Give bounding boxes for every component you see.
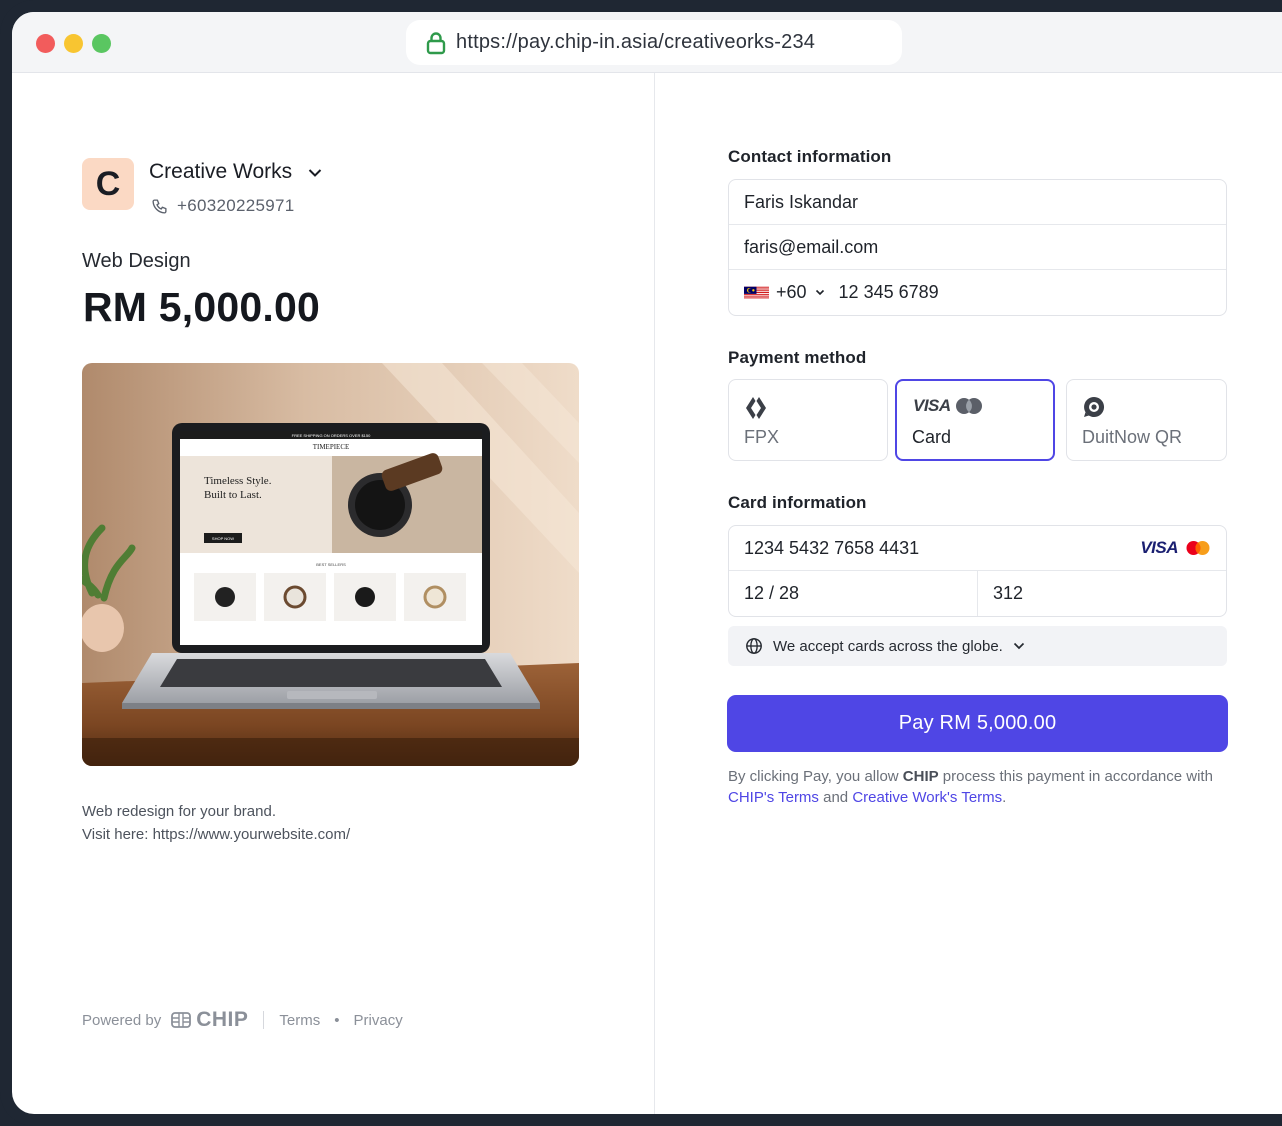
privacy-link[interactable]: Privacy	[354, 1012, 403, 1029]
contact-section-label: Contact information	[728, 147, 892, 166]
legal-text: By clicking Pay, you allow	[728, 768, 903, 785]
phone-icon	[152, 199, 167, 214]
description-line: Web redesign for your brand.	[82, 803, 276, 820]
pay-button[interactable]: Pay RM 5,000.00	[727, 695, 1228, 752]
chip-wordmark: CHIP	[196, 1008, 249, 1031]
payment-method-label: Card	[912, 427, 952, 447]
phone-field[interactable]: +60 12 345 6789	[729, 270, 1226, 315]
browser-titlebar: https://pay.chip-in.asia/creativeorks-23…	[12, 12, 1282, 73]
chip-terms-link[interactable]: CHIP's Terms	[728, 789, 819, 806]
country-code[interactable]: +60	[776, 282, 807, 303]
product-name: Web Design	[82, 250, 191, 272]
duitnow-icon	[1084, 396, 1105, 417]
email-field[interactable]: faris@email.com	[729, 225, 1226, 270]
card-section-label: Card information	[728, 493, 867, 512]
preview-banner: FREE SHIPPING ON ORDERS OVER $150	[292, 433, 371, 438]
preview-brand: TIMEPIECE	[313, 443, 350, 451]
card-number-value: 1234 5432 7658 4431	[744, 537, 920, 558]
name-field[interactable]: Faris Iskandar	[729, 180, 1226, 225]
merchant-phone: +60320225971	[177, 196, 295, 215]
lock-icon	[426, 31, 446, 54]
footer-bullet: •	[334, 1011, 340, 1029]
browser-window: https://pay.chip-in.asia/creativeorks-23…	[0, 0, 1282, 1126]
chip-card-icon	[171, 1012, 192, 1028]
page-footer: Powered by CHIP Terms • Privacy	[82, 1008, 403, 1032]
product-price: RM 5,000.00	[83, 284, 320, 330]
visa-mastercard-icon: VISA	[913, 396, 983, 416]
terms-link[interactable]: Terms	[279, 1012, 320, 1029]
description-link-line[interactable]: Visit here: https://www.yourwebsite.com/	[82, 823, 350, 846]
payment-method-fpx[interactable]: FPX	[728, 379, 888, 461]
preview-hero-line1: Timeless Style.	[204, 475, 272, 487]
url-text: https://pay.chip-in.asia/creativeorks-23…	[456, 31, 816, 53]
mastercard-icon	[1186, 541, 1210, 555]
column-divider	[654, 73, 655, 1114]
accepted-cards-text: We accept cards across the globe.	[773, 637, 1003, 655]
fpx-icon	[746, 397, 766, 419]
close-window-button[interactable]	[36, 34, 55, 53]
payment-method-label: FPX	[744, 427, 780, 447]
merchant-logo: C	[82, 158, 134, 210]
legal-notice: By clicking Pay, you allow CHIP process …	[728, 766, 1228, 808]
accepted-cards-dropdown[interactable]: We accept cards across the globe.	[728, 626, 1227, 666]
card-fields: 1234 5432 7658 4431 VISA 12 / 28 312	[728, 525, 1227, 617]
visa-brand-text: VISA	[1140, 538, 1178, 557]
card-brand-icon: VISA	[1140, 538, 1212, 558]
product-description: Web redesign for your brand. Visit here:…	[82, 800, 350, 846]
chevron-down-icon[interactable]	[308, 168, 322, 178]
powered-by-label: Powered by	[82, 1011, 162, 1029]
phone-number-value: 12 345 6789	[838, 282, 939, 302]
payment-method-card[interactable]: VISA Card	[895, 379, 1055, 461]
card-number-field[interactable]: 1234 5432 7658 4431 VISA	[729, 526, 1226, 571]
visa-logo-text: VISA	[913, 396, 951, 415]
payment-section-label: Payment method	[728, 348, 867, 367]
cvc-field[interactable]: 312	[978, 571, 1226, 616]
payment-method-duitnow[interactable]: DuitNow QR	[1066, 379, 1227, 461]
globe-icon	[746, 638, 762, 654]
malaysia-flag-icon[interactable]	[744, 285, 769, 301]
chevron-down-icon	[1013, 642, 1024, 650]
legal-chip-text: CHIP	[902, 768, 939, 785]
contact-fields: Faris Iskandar faris@email.com +60 12 34…	[728, 179, 1227, 316]
expiry-field[interactable]: 12 / 28	[729, 571, 978, 616]
preview-section: BEST SELLERS	[316, 562, 346, 567]
preview-cta: SHOP NOW	[212, 536, 234, 541]
product-image: FREE SHIPPING ON ORDERS OVER $150 TIMEPI…	[82, 363, 579, 766]
address-bar[interactable]: https://pay.chip-in.asia/creativeorks-23…	[406, 20, 902, 65]
preview-hero-line2: Built to Last.	[204, 489, 262, 501]
payment-method-label: DuitNow QR	[1082, 427, 1183, 447]
legal-text: process this payment in accordance with	[938, 768, 1213, 785]
merchant-name[interactable]: Creative Works	[149, 160, 292, 184]
footer-divider	[263, 1011, 265, 1029]
merchant-terms-link[interactable]: Creative Work's Terms	[852, 789, 1002, 806]
chevron-down-icon[interactable]	[815, 289, 825, 296]
chip-logo[interactable]: CHIP	[171, 1008, 248, 1032]
legal-text: and	[818, 789, 853, 806]
legal-text: .	[1002, 789, 1007, 806]
maximize-window-button[interactable]	[92, 34, 111, 53]
minimize-window-button[interactable]	[64, 34, 83, 53]
